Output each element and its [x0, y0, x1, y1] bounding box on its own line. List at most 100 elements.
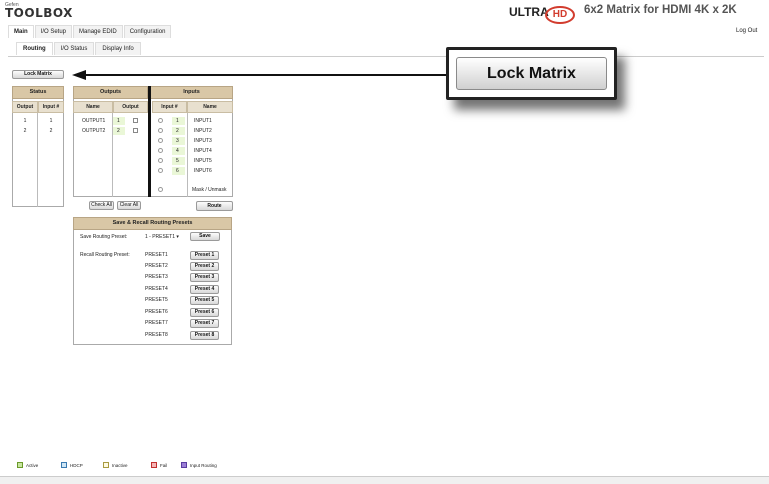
legend-hdcp-swatch	[61, 462, 67, 468]
status-row-2-output: 2	[23, 128, 27, 134]
legend-input-routing-label: Input Routing	[190, 462, 217, 468]
tab-main[interactable]: Main	[8, 25, 34, 38]
input-4-name: INPUT4	[194, 148, 212, 154]
output-2-checkbox[interactable]	[133, 128, 138, 133]
inputs-col-number: Input #	[152, 101, 187, 113]
legend-hdcp: HDCP	[61, 462, 83, 468]
legend-input-routing-swatch	[181, 462, 187, 468]
input-4-number: 4	[176, 148, 179, 154]
input-1-radio[interactable]	[158, 118, 163, 123]
input-2-radio[interactable]	[158, 128, 163, 133]
inputs-title: Inputs	[150, 86, 233, 99]
legend-inactive-label: Inactive	[112, 462, 128, 468]
input-3-number: 3	[176, 138, 179, 144]
main-tabs: Main I/O Setup Manage EDID Configuration	[8, 25, 172, 38]
input-6-name: INPUT6	[194, 168, 212, 174]
status-row-1-output: 1	[23, 118, 27, 124]
save-preset-button[interactable]: Save	[190, 232, 220, 241]
inputs-col-divider	[187, 113, 188, 197]
callout-arrow-icon	[72, 70, 448, 80]
input-5-name: INPUT5	[194, 158, 212, 164]
preset-4-button[interactable]: Preset 4	[190, 285, 219, 294]
tab-io-setup[interactable]: I/O Setup	[34, 25, 73, 38]
tab-divider	[8, 56, 764, 57]
ultra-hd-logo-ultra: ULTRA	[509, 5, 549, 19]
preset-2-button[interactable]: Preset 2	[190, 262, 219, 271]
tab-io-status[interactable]: I/O Status	[53, 42, 95, 55]
route-button[interactable]: Route	[196, 201, 233, 211]
horizontal-scrollbar[interactable]	[0, 476, 769, 484]
inputs-col-name: Name	[187, 101, 233, 113]
input-3-radio[interactable]	[158, 138, 163, 143]
output-1-checkbox[interactable]	[133, 118, 138, 123]
chevron-down-icon: ▾	[176, 234, 179, 240]
preset-3-name: PRESET3	[145, 274, 168, 280]
toolbox-logo: Gefen TOOLBOX	[5, 2, 72, 20]
input-5-number: 5	[176, 158, 179, 164]
tab-routing[interactable]: Routing	[16, 42, 53, 55]
legend-fail: Fail	[151, 462, 167, 468]
input-2-name: INPUT2	[194, 128, 212, 134]
legend-active-swatch	[17, 462, 23, 468]
tab-manage-edid[interactable]: Manage EDID	[73, 25, 123, 38]
outputs-inputs-separator	[148, 86, 151, 197]
save-preset-label: Save Routing Preset:	[80, 234, 128, 240]
input-1-name: INPUT1	[194, 118, 212, 124]
preset-8-name: PRESET8	[145, 332, 168, 338]
legend-inactive-swatch	[103, 462, 109, 468]
mask-radio[interactable]	[158, 187, 163, 192]
clear-all-button[interactable]: Clear All	[117, 201, 141, 210]
preset-8-button[interactable]: Preset 8	[190, 331, 219, 340]
output-2-number: 2	[117, 128, 120, 134]
preset-7-button[interactable]: Preset 7	[190, 319, 219, 328]
preset-6-button[interactable]: Preset 6	[190, 308, 219, 317]
output-1-number: 1	[117, 118, 120, 124]
preset-5-name: PRESET5	[145, 297, 168, 303]
status-title: Status	[12, 86, 64, 99]
outputs-col-name: Name	[73, 101, 113, 113]
lock-matrix-button[interactable]: Lock Matrix	[12, 70, 64, 79]
sub-tabs: Routing I/O Status Display Info	[16, 42, 142, 55]
preset-6-name: PRESET6	[145, 309, 168, 315]
input-3-name: INPUT3	[194, 138, 212, 144]
input-6-number: 6	[176, 168, 179, 174]
legend-inactive: Inactive	[103, 462, 128, 468]
input-6-radio[interactable]	[158, 168, 163, 173]
output-1-name: OUTPUT1	[82, 118, 106, 124]
tab-configuration[interactable]: Configuration	[123, 25, 172, 38]
preset-7-name: PRESET7	[145, 320, 168, 326]
presets-title: Save & Recall Routing Presets	[73, 217, 232, 230]
logo-text: TOOLBOX	[5, 6, 73, 20]
legend-fail-swatch	[151, 462, 157, 468]
status-row-2-input: 2	[49, 128, 53, 134]
check-all-button[interactable]: Check All	[89, 201, 114, 210]
status-col-input: Input #	[38, 101, 64, 113]
preset-4-name: PRESET4	[145, 286, 168, 292]
outputs-col-divider	[112, 113, 113, 197]
save-preset-select[interactable]: 1 - PRESET1 ▾	[145, 233, 187, 242]
status-row-1-input: 1	[49, 118, 53, 124]
input-5-radio[interactable]	[158, 158, 163, 163]
preset-2-name: PRESET2	[145, 263, 168, 269]
output-2-name: OUTPUT2	[82, 128, 106, 134]
outputs-title: Outputs	[73, 86, 148, 99]
status-col-output: Output	[12, 101, 38, 113]
preset-1-button[interactable]: Preset 1	[190, 251, 219, 260]
legend-fail-label: Fail	[160, 462, 168, 468]
logout-link[interactable]: Log Out	[736, 28, 757, 34]
save-preset-select-value: 1 - PRESET1	[145, 234, 176, 240]
recall-preset-label: Recall Routing Preset:	[80, 252, 130, 258]
input-2-number: 2	[176, 128, 179, 134]
ultra-hd-logo-hd: HD	[545, 6, 575, 24]
preset-3-button[interactable]: Preset 3	[190, 273, 219, 282]
mask-unmask-label: Mask / Unmask	[192, 187, 227, 193]
input-4-radio[interactable]	[158, 148, 163, 153]
legend-active-label: Active	[26, 462, 39, 468]
legend-active: Active	[17, 462, 38, 468]
legend-hdcp-label: HDCP	[70, 462, 83, 468]
outputs-col-output: Output	[113, 101, 148, 113]
product-title: 6x2 Matrix for HDMI 4K x 2K	[584, 4, 737, 16]
lock-matrix-callout: Lock Matrix	[446, 47, 617, 100]
tab-display-info[interactable]: Display Info	[95, 42, 141, 55]
preset-5-button[interactable]: Preset 5	[190, 296, 219, 305]
